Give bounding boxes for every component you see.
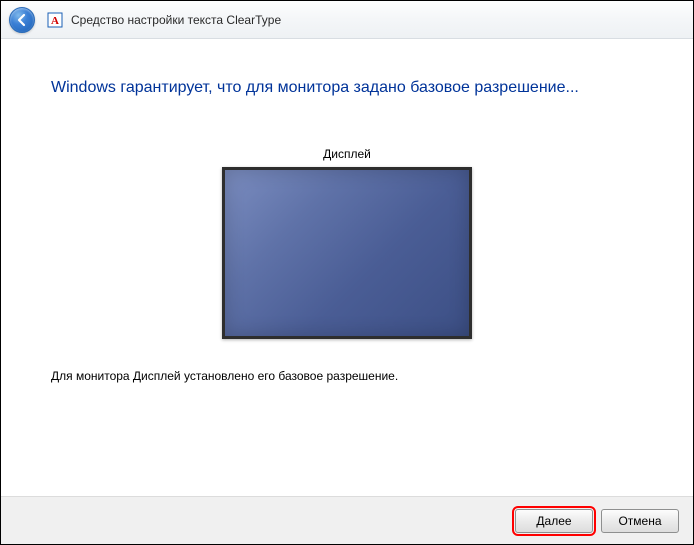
monitor-icon	[222, 167, 472, 339]
window-title: Средство настройки текста ClearType	[71, 13, 281, 27]
app-icon: A	[47, 12, 63, 28]
display-label: Дисплей	[51, 147, 643, 161]
cancel-button[interactable]: Отмена	[601, 509, 679, 533]
status-text: Для монитора Дисплей установлено его баз…	[51, 369, 643, 383]
titlebar: A Средство настройки текста ClearType	[1, 1, 693, 39]
footer: Далее Отмена	[1, 496, 693, 544]
next-button[interactable]: Далее	[515, 509, 593, 533]
page-heading: Windows гарантирует, что для монитора за…	[51, 79, 643, 97]
display-block: Дисплей	[51, 147, 643, 339]
content-area: Windows гарантирует, что для монитора за…	[1, 39, 693, 544]
svg-text:A: A	[51, 15, 59, 27]
back-arrow-icon	[15, 13, 29, 27]
main-panel: Windows гарантирует, что для монитора за…	[1, 39, 693, 496]
back-button[interactable]	[9, 7, 35, 33]
